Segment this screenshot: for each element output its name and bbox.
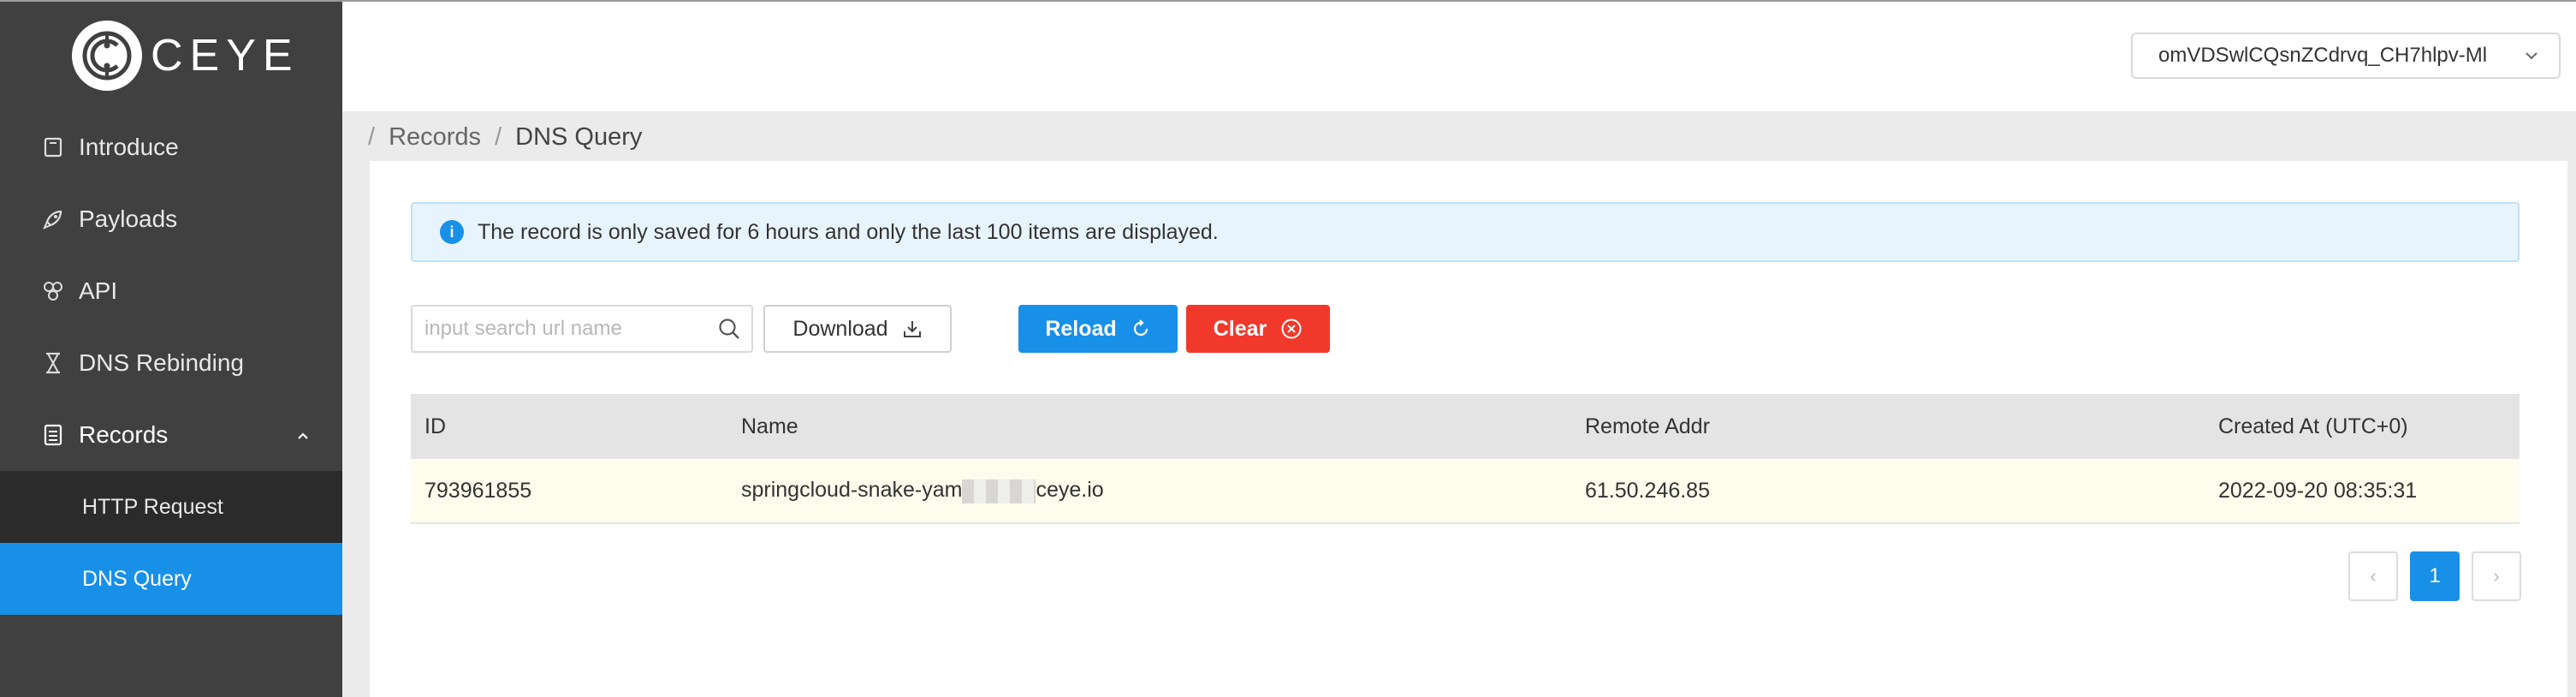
pagination-page-1[interactable]: 1	[2410, 551, 2460, 601]
pagination-next-button[interactable]: ›	[2472, 551, 2521, 601]
download-label: Download	[792, 316, 888, 341]
column-header-remote-addr: Remote Addr	[1585, 414, 1710, 438]
token-select[interactable]: omVDSwlCQsnZCdrvq_CH7hlpv-Ml	[2131, 33, 2561, 79]
sidebar-item-introduce[interactable]: Introduce	[0, 111, 342, 183]
cell-id: 793961855	[424, 478, 532, 503]
clear-button[interactable]: Clear	[1186, 305, 1330, 353]
records-icon	[41, 423, 65, 447]
search-icon[interactable]	[717, 317, 741, 345]
reload-label: Reload	[1045, 316, 1117, 341]
window-top-border	[0, 0, 2576, 2]
breadcrumb-separator: /	[495, 122, 502, 151]
cell-remote-addr: 61.50.246.85	[1585, 478, 1710, 503]
reload-icon	[1131, 319, 1151, 339]
reload-button[interactable]: Reload	[1018, 305, 1178, 353]
brand-logo[interactable]: CEYE	[72, 21, 300, 91]
sidebar-item-label: API	[79, 277, 118, 304]
sidebar-item-records[interactable]: Records	[0, 399, 342, 471]
submenu-item-label: HTTP Request	[82, 494, 223, 519]
column-header-created-at: Created At (UTC+0)	[2218, 414, 2408, 438]
cell-name-prefix: springcloud-snake-yam	[741, 478, 963, 503]
submenu-item-dns-query[interactable]: DNS Query	[0, 543, 342, 615]
download-icon	[902, 319, 923, 339]
submenu-item-http-request[interactable]: HTTP Request	[0, 471, 342, 543]
rocket-icon	[41, 207, 65, 231]
ceye-logo-icon	[72, 21, 142, 91]
sidebar-item-label: Records	[79, 421, 169, 448]
table-row[interactable]: 793961855 springcloud-snake-yam ceye.io 6…	[411, 459, 2520, 524]
hourglass-icon	[41, 351, 65, 375]
info-alert: i The record is only saved for 6 hours a…	[411, 202, 2520, 262]
breadcrumb-current: DNS Query	[515, 122, 643, 151]
content-card: i The record is only saved for 6 hours a…	[370, 161, 2567, 697]
sidebar-item-dns-rebinding[interactable]: DNS Rebinding	[0, 327, 342, 399]
clear-label: Clear	[1213, 316, 1267, 341]
top-header: omVDSwlCQsnZCdrvq_CH7hlpv-Ml	[342, 0, 2576, 111]
info-icon: i	[440, 220, 464, 244]
token-value: omVDSwlCQsnZCdrvq_CH7hlpv-Ml	[2158, 44, 2488, 67]
download-button[interactable]: Download	[763, 305, 952, 353]
sidebar-item-label: Introduce	[79, 134, 179, 160]
sidebar: CEYE Introduce Payloads API DNS Rebindin…	[0, 0, 342, 697]
submenu-item-label: DNS Query	[82, 566, 192, 591]
column-header-id: ID	[424, 414, 446, 438]
chevron-right-icon: ›	[2493, 565, 2500, 587]
breadcrumb-records[interactable]: Records	[389, 123, 481, 152]
pagination-prev-button[interactable]: ‹	[2348, 551, 2398, 601]
breadcrumb: / Records / DNS Query	[368, 120, 642, 154]
chevron-left-icon: ‹	[2370, 565, 2377, 587]
cell-name-suffix: ceye.io	[1036, 478, 1104, 503]
alert-text: The record is only saved for 6 hours and…	[478, 219, 1219, 244]
sidebar-item-payloads[interactable]: Payloads	[0, 183, 342, 255]
book-icon	[41, 135, 65, 159]
chevron-up-icon	[294, 423, 312, 450]
sidebar-item-label: DNS Rebinding	[79, 349, 244, 376]
search-box	[411, 305, 753, 353]
cell-name: springcloud-snake-yam ceye.io	[741, 478, 1104, 503]
table-header: ID Name Remote Addr Created At (UTC+0)	[411, 394, 2520, 459]
brand-name: CEYE	[151, 31, 300, 80]
api-icon	[41, 279, 65, 303]
breadcrumb-separator: /	[368, 122, 376, 151]
cell-created-at: 2022-09-20 08:35:31	[2218, 478, 2418, 503]
redacted-blur	[962, 479, 1036, 503]
column-header-name: Name	[741, 414, 798, 438]
chevron-down-icon	[2521, 45, 2542, 72]
page-number: 1	[2429, 564, 2441, 587]
close-circle-icon	[1280, 318, 1303, 340]
records-table: ID Name Remote Addr Created At (UTC+0) 7…	[411, 394, 2520, 524]
sidebar-item-label: Payloads	[79, 206, 178, 232]
search-input[interactable]	[424, 312, 707, 346]
sidebar-item-api[interactable]: API	[0, 255, 342, 327]
